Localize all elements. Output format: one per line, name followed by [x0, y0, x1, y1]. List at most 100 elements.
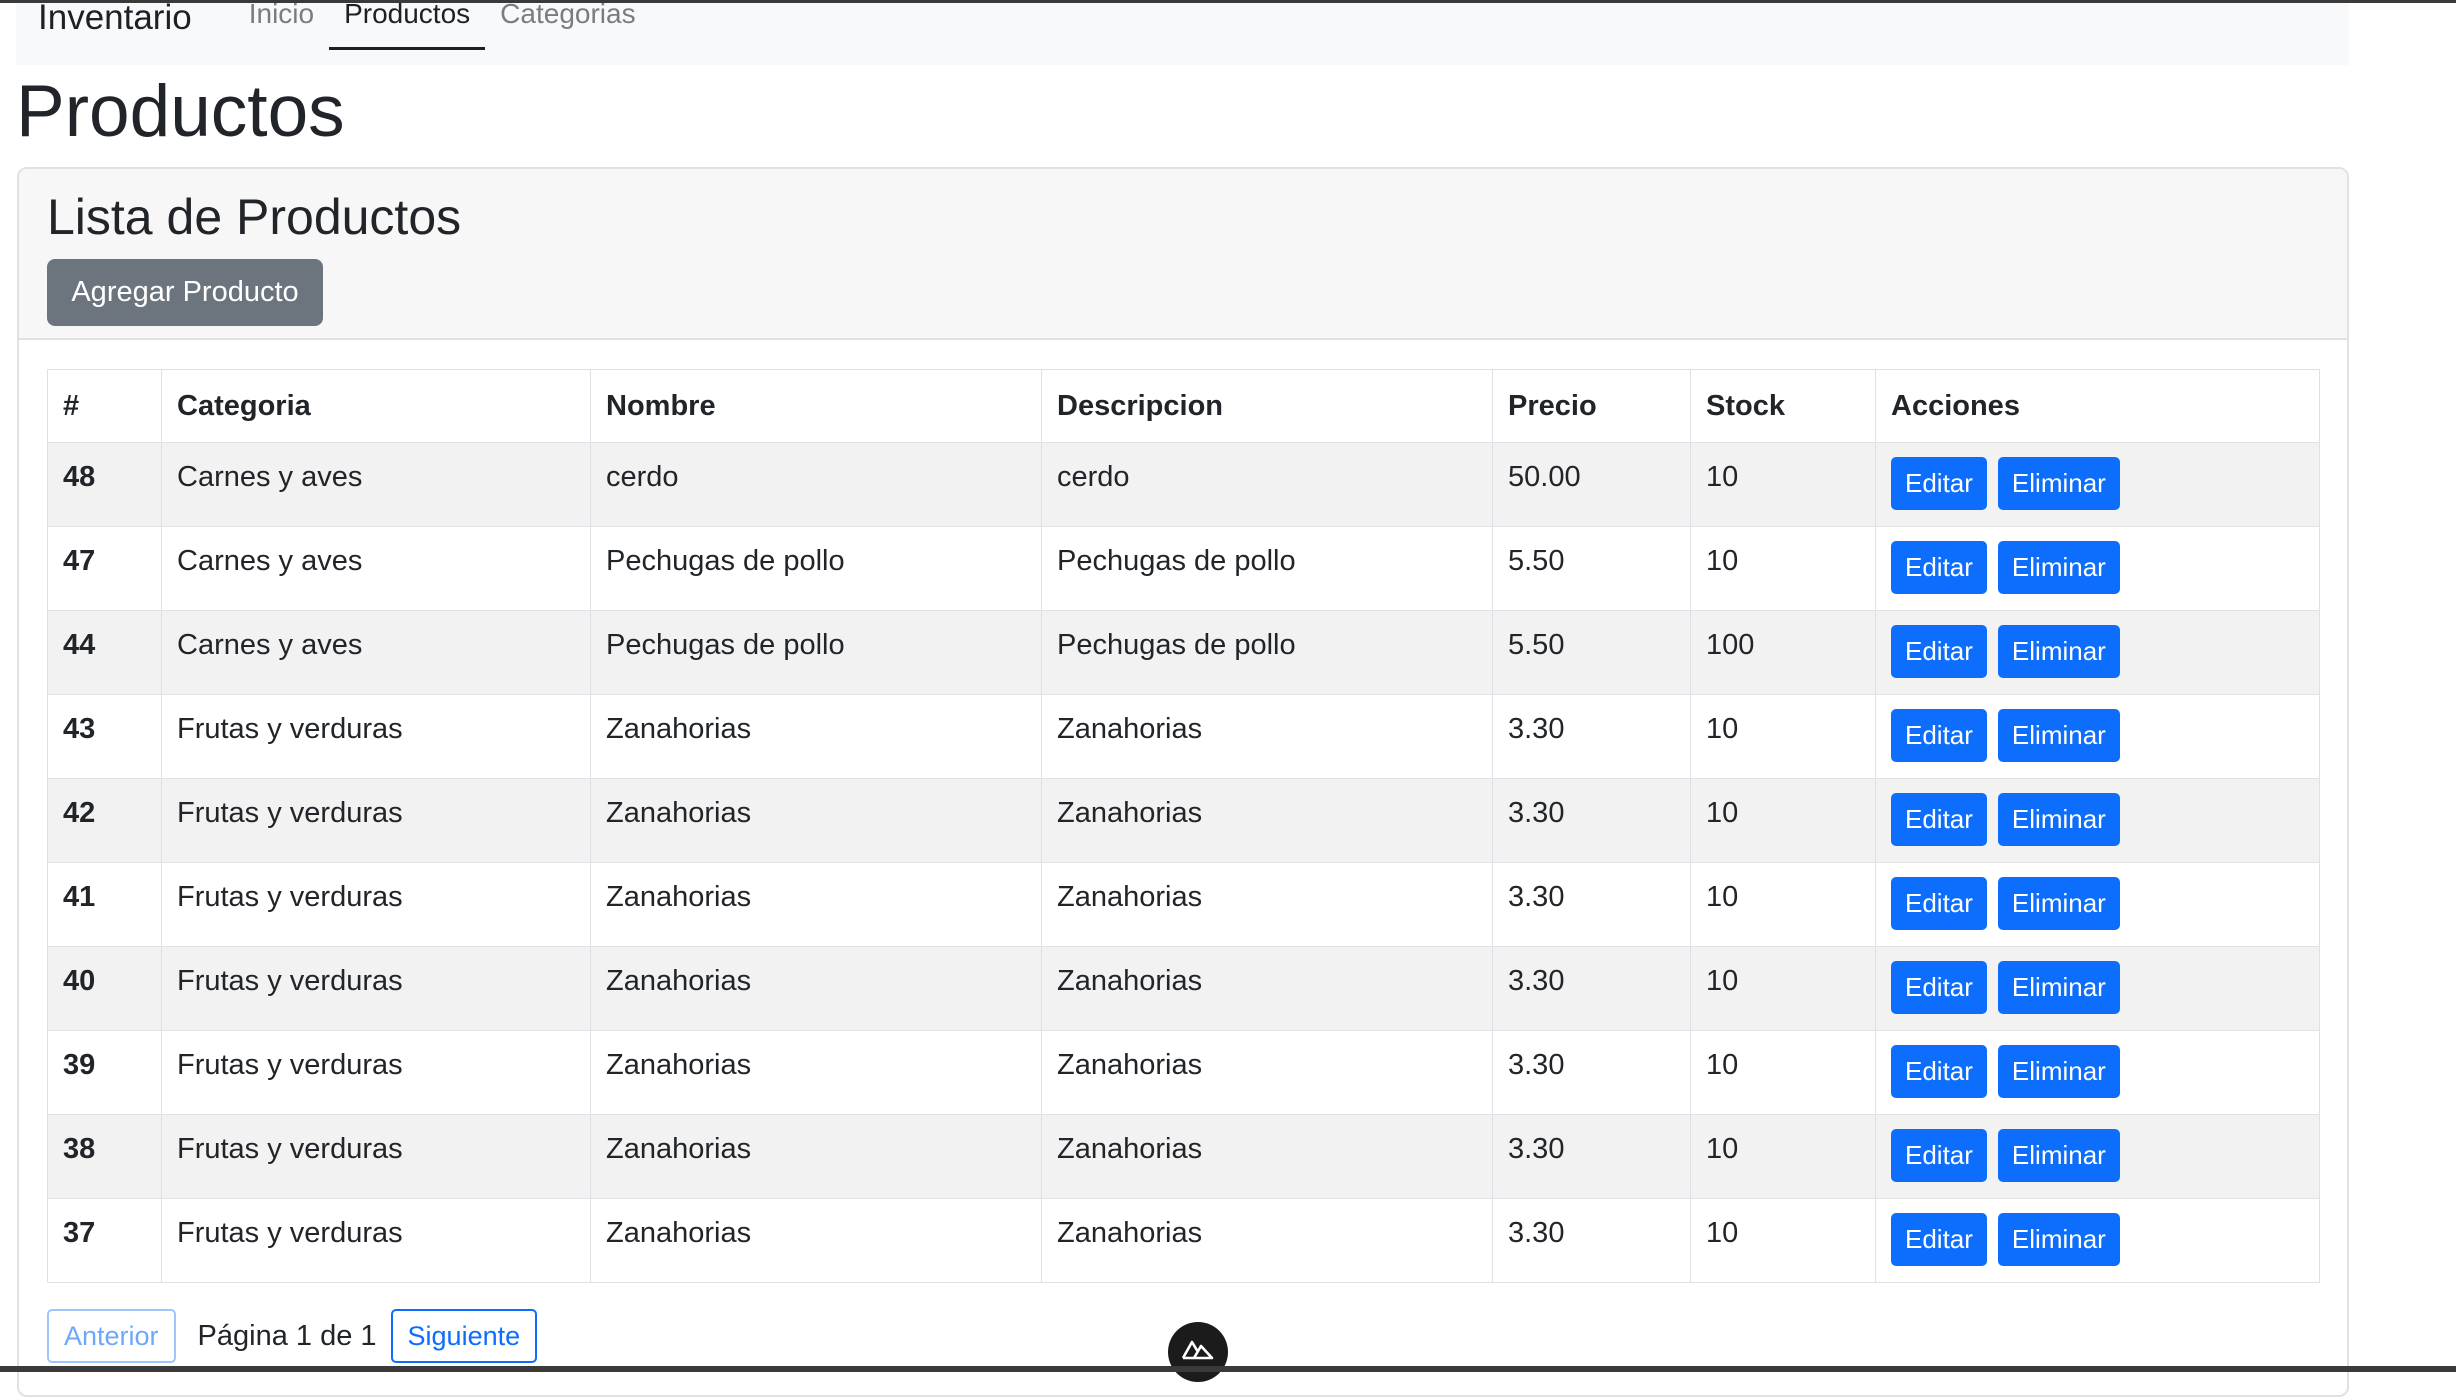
window-bottom-edge — [0, 1366, 2456, 1372]
cell-nombre: Zanahorias — [590, 1114, 1042, 1199]
delete-button[interactable]: Eliminar — [1997, 625, 2120, 678]
cell-precio: 3.30 — [1492, 946, 1691, 1031]
cell-precio: 5.50 — [1492, 526, 1691, 611]
cell-id: 48 — [47, 442, 162, 527]
cell-stock: 10 — [1690, 1114, 1876, 1199]
add-product-button[interactable]: Agregar Producto — [47, 259, 323, 326]
cell-descripcion: Zanahorias — [1041, 1114, 1493, 1199]
edit-button[interactable]: Editar — [1891, 709, 1987, 762]
cell-acciones: Editar Eliminar — [1875, 778, 2320, 863]
card-title: Lista de Productos — [47, 189, 462, 245]
delete-button[interactable]: Eliminar — [1997, 709, 2120, 762]
cell-categoria: Frutas y verduras — [161, 946, 591, 1031]
cell-descripcion: Zanahorias — [1041, 946, 1493, 1031]
delete-button[interactable]: Eliminar — [1997, 1129, 2120, 1182]
next-page-button[interactable]: Siguiente — [390, 1309, 538, 1363]
nav-link-productos[interactable]: Productos — [329, 0, 486, 50]
cell-categoria: Carnes y aves — [161, 442, 591, 527]
nav-link-categorias[interactable]: Categorias — [485, 0, 650, 50]
cell-nombre: Pechugas de pollo — [590, 610, 1042, 695]
table-row: 42 Frutas y verduras Zanahorias Zanahorias 3… — [47, 778, 2320, 863]
delete-button[interactable]: Eliminar — [1997, 877, 2120, 930]
cell-precio: 3.30 — [1492, 1198, 1691, 1283]
edit-button[interactable]: Editar — [1891, 457, 1987, 510]
cell-descripcion: cerdo — [1041, 442, 1493, 527]
cell-categoria: Frutas y verduras — [161, 1114, 591, 1199]
cell-id: 41 — [47, 862, 162, 947]
column-header-nombre: Nombre — [590, 369, 1042, 443]
cell-precio: 5.50 — [1492, 610, 1691, 695]
delete-button[interactable]: Eliminar — [1997, 1213, 2120, 1266]
delete-button[interactable]: Eliminar — [1997, 793, 2120, 846]
edit-button[interactable]: Editar — [1891, 541, 1987, 594]
nav-link-inicio[interactable]: Inicio — [234, 0, 329, 50]
cell-nombre: cerdo — [590, 442, 1042, 527]
column-header-descripcion: Descripcion — [1041, 369, 1493, 443]
cell-stock: 10 — [1690, 778, 1876, 863]
table-row: 37 Frutas y verduras Zanahorias Zanahorias 3… — [47, 1198, 2320, 1283]
cell-descripcion: Zanahorias — [1041, 694, 1493, 779]
table-row: 38 Frutas y verduras Zanahorias Zanahorias 3… — [47, 1114, 2320, 1199]
edit-button[interactable]: Editar — [1891, 1213, 1987, 1266]
table-body: 48 Carnes y aves cerdo cerdo 50.00 10 Editar El… — [47, 442, 2320, 1283]
table-row: 48 Carnes y aves cerdo cerdo 50.00 10 Editar El… — [47, 442, 2320, 527]
cell-categoria: Frutas y verduras — [161, 862, 591, 947]
cell-descripcion: Zanahorias — [1041, 778, 1493, 863]
cell-categoria: Frutas y verduras — [161, 694, 591, 779]
cell-id: 40 — [47, 946, 162, 1031]
cell-precio: 3.30 — [1492, 1030, 1691, 1115]
edit-button[interactable]: Editar — [1891, 793, 1987, 846]
cell-id: 39 — [47, 1030, 162, 1115]
edit-button[interactable]: Editar — [1891, 1129, 1987, 1182]
cell-acciones: Editar Eliminar — [1875, 1114, 2320, 1199]
pagination: Anterior Página 1 de 1 Siguiente — [47, 1309, 538, 1363]
cell-precio: 3.30 — [1492, 1114, 1691, 1199]
table-row: 41 Frutas y verduras Zanahorias Zanahorias 3… — [47, 862, 2320, 947]
cell-nombre: Zanahorias — [590, 1198, 1042, 1283]
cell-id: 42 — [47, 778, 162, 863]
cell-acciones: Editar Eliminar — [1875, 610, 2320, 695]
cell-acciones: Editar Eliminar — [1875, 1198, 2320, 1283]
products-table: # Categoria Nombre Descripcion Precio St… — [47, 369, 2320, 1283]
cell-stock: 10 — [1690, 946, 1876, 1031]
edit-button[interactable]: Editar — [1891, 877, 1987, 930]
devtools-badge[interactable] — [1168, 1322, 1228, 1382]
column-header-stock: Stock — [1690, 369, 1876, 443]
products-card: Lista de Productos Agregar Producto # Ca… — [17, 167, 2349, 1397]
table-row: 43 Frutas y verduras Zanahorias Zanahorias 3… — [47, 694, 2320, 779]
previous-page-button[interactable]: Anterior — [47, 1309, 176, 1363]
cell-descripcion: Pechugas de pollo — [1041, 526, 1493, 611]
page-title: Productos — [16, 71, 345, 152]
cell-stock: 10 — [1690, 442, 1876, 527]
cell-categoria: Frutas y verduras — [161, 778, 591, 863]
navbar: Inventario Inicio Productos Categorias — [16, 0, 2349, 65]
cell-acciones: Editar Eliminar — [1875, 946, 2320, 1031]
cell-acciones: Editar Eliminar — [1875, 694, 2320, 779]
cell-stock: 10 — [1690, 694, 1876, 779]
delete-button[interactable]: Eliminar — [1997, 457, 2120, 510]
cell-descripcion: Pechugas de pollo — [1041, 610, 1493, 695]
edit-button[interactable]: Editar — [1891, 1045, 1987, 1098]
cell-acciones: Editar Eliminar — [1875, 862, 2320, 947]
cell-id: 47 — [47, 526, 162, 611]
navbar-brand[interactable]: Inventario — [38, 0, 192, 35]
cell-nombre: Zanahorias — [590, 862, 1042, 947]
edit-button[interactable]: Editar — [1891, 961, 1987, 1014]
cell-id: 37 — [47, 1198, 162, 1283]
nuxt-logo-icon — [1181, 1340, 1214, 1360]
delete-button[interactable]: Eliminar — [1997, 1045, 2120, 1098]
cell-stock: 10 — [1690, 526, 1876, 611]
edit-button[interactable]: Editar — [1891, 625, 1987, 678]
delete-button[interactable]: Eliminar — [1997, 961, 2120, 1014]
cell-stock: 10 — [1690, 1030, 1876, 1115]
cell-acciones: Editar Eliminar — [1875, 526, 2320, 611]
cell-id: 44 — [47, 610, 162, 695]
cell-descripcion: Zanahorias — [1041, 862, 1493, 947]
column-header-acciones: Acciones — [1875, 369, 2320, 443]
table-row: 39 Frutas y verduras Zanahorias Zanahorias 3… — [47, 1030, 2320, 1115]
page-info: Página 1 de 1 — [197, 1319, 377, 1352]
delete-button[interactable]: Eliminar — [1997, 541, 2120, 594]
cell-stock: 10 — [1690, 1198, 1876, 1283]
column-header-id: # — [47, 369, 162, 443]
cell-categoria: Carnes y aves — [161, 526, 591, 611]
